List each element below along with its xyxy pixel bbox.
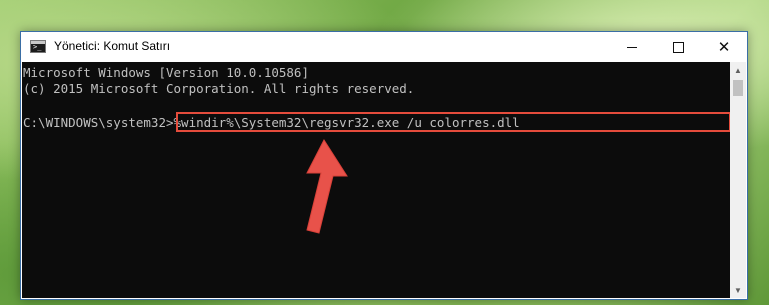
prompt: C:\WINDOWS\system32>: [23, 115, 174, 130]
console-line-copyright: (c) 2015 Microsoft Corporation. All righ…: [23, 81, 415, 96]
scroll-up-arrow-icon[interactable]: ▲: [730, 62, 746, 78]
cmd-icon: [30, 40, 46, 53]
console-output[interactable]: Microsoft Windows [Version 10.0.10586] (…: [22, 62, 731, 298]
close-button[interactable]: ✕: [701, 32, 747, 62]
maximize-icon: [672, 41, 684, 53]
vertical-scrollbar[interactable]: ▲ ▼: [730, 62, 746, 298]
red-arrow-icon: [306, 138, 348, 234]
minimize-icon: [627, 46, 637, 48]
close-icon: ✕: [717, 37, 731, 56]
cmd-window: Yönetici: Komut Satırı ✕ Microsoft Windo…: [20, 31, 748, 300]
command-highlight-box: [176, 112, 731, 132]
title-bar[interactable]: Yönetici: Komut Satırı ✕: [21, 32, 747, 62]
console-line-version: Microsoft Windows [Version 10.0.10586]: [23, 65, 309, 80]
maximize-button[interactable]: [655, 32, 701, 62]
scroll-down-arrow-icon[interactable]: ▼: [730, 282, 746, 298]
minimize-button[interactable]: [609, 32, 655, 62]
scrollbar-thumb[interactable]: [733, 80, 743, 96]
window-title: Yönetici: Komut Satırı: [54, 39, 171, 53]
